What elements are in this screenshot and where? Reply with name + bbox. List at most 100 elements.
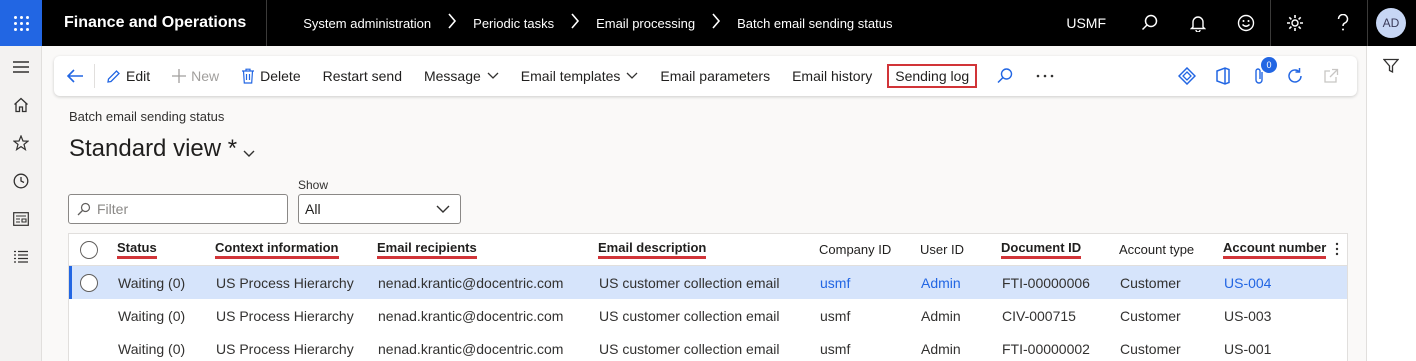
restart-send-button[interactable]: Restart send	[312, 56, 413, 96]
column-header-email-recipients[interactable]: Email recipients	[377, 240, 477, 259]
arrow-left-icon	[66, 68, 84, 84]
cell-user-id: Admin	[921, 340, 961, 357]
breadcrumb-item[interactable]: System administration	[303, 16, 431, 31]
cell-company-id: usmf	[820, 307, 851, 324]
column-header-account-number[interactable]: Account number	[1223, 240, 1327, 259]
chevron-right-icon	[711, 12, 721, 34]
workspace-icon[interactable]	[0, 200, 42, 238]
cell-document-id: CIV-000715	[1002, 307, 1076, 324]
search-icon	[77, 202, 91, 216]
cell-email-description: US customer collection email	[599, 340, 780, 357]
table-row[interactable]: Waiting (0) US Process Hierarchy nenad.k…	[69, 266, 1347, 299]
vertical-ellipsis-icon[interactable]	[1335, 242, 1339, 259]
cell-user-id: Admin	[921, 307, 961, 324]
company-picker[interactable]: USMF	[1066, 15, 1106, 31]
cell-account-number[interactable]: US-004	[1224, 275, 1271, 291]
email-status-grid: Status Context information Email recipie…	[68, 233, 1348, 361]
cell-account-type: Customer	[1120, 340, 1181, 357]
breadcrumb-item[interactable]: Periodic tasks	[473, 16, 554, 31]
attachments-icon[interactable]: 0	[1241, 57, 1277, 85]
cell-context-information: US Process Hierarchy	[216, 274, 354, 291]
help-icon[interactable]	[1319, 0, 1367, 46]
column-header-context-information[interactable]: Context information	[215, 240, 339, 259]
breadcrumb-item[interactable]: Batch email sending status	[737, 16, 892, 31]
column-header-email-description[interactable]: Email description	[598, 240, 707, 259]
star-icon[interactable]	[0, 124, 42, 162]
cell-email-recipients: nenad.krantic@docentric.com	[378, 307, 564, 324]
clock-icon[interactable]	[0, 162, 42, 200]
show-dropdown[interactable]: All	[298, 194, 461, 224]
divider	[1367, 0, 1368, 46]
email-history-button[interactable]: Email history	[781, 56, 883, 96]
attachments-count-badge: 0	[1261, 57, 1277, 73]
column-header-document-id[interactable]: Document ID	[1001, 240, 1082, 259]
table-row[interactable]: Waiting (0) US Process Hierarchy nenad.k…	[69, 299, 1347, 332]
view-title: Standard view *	[69, 135, 238, 162]
cell-account-number: US-003	[1224, 307, 1272, 324]
column-header-status[interactable]: Status	[117, 240, 157, 259]
cell-user-id[interactable]: Admin	[921, 275, 961, 291]
breadcrumb-item[interactable]: Email processing	[596, 16, 695, 31]
email-parameters-button[interactable]: Email parameters	[649, 56, 781, 96]
show-dropdown-value: All	[305, 201, 321, 217]
edit-button[interactable]: Edit	[95, 56, 161, 96]
search-icon	[996, 67, 1014, 85]
search-icon[interactable]	[1126, 0, 1174, 46]
smiley-icon[interactable]	[1222, 0, 1270, 46]
action-search-button[interactable]	[985, 56, 1025, 96]
action-pane: Edit New Delete Restart send Message Ema…	[54, 56, 1357, 96]
cell-email-description: US customer collection email	[599, 307, 780, 324]
page-caption: Batch email sending status	[69, 109, 225, 124]
refresh-icon[interactable]	[1277, 67, 1313, 85]
sending-log-button[interactable]: Sending log	[883, 56, 985, 96]
message-menu[interactable]: Message	[413, 56, 510, 96]
cell-document-id: FTI-00000006	[1002, 274, 1090, 291]
chevron-down-icon	[436, 205, 450, 214]
select-all-radio[interactable]	[80, 240, 98, 259]
chevron-down-icon	[487, 72, 499, 80]
cell-status: Waiting (0)	[118, 340, 186, 357]
show-label: Show	[298, 178, 329, 192]
office-icon[interactable]	[1205, 67, 1241, 85]
app-title[interactable]: Finance and Operations	[42, 0, 268, 46]
delete-label: Delete	[260, 68, 301, 84]
column-header-user-id[interactable]: User ID	[920, 242, 964, 257]
breadcrumb: System administration Periodic tasks Ema…	[267, 12, 1066, 34]
table-row[interactable]: Waiting (0) US Process Hierarchy nenad.k…	[69, 332, 1347, 361]
cell-status: Waiting (0)	[118, 274, 186, 291]
home-icon[interactable]	[0, 86, 42, 124]
filter-input-box[interactable]	[68, 194, 288, 224]
cell-context-information: US Process Hierarchy	[216, 307, 354, 324]
bell-icon[interactable]	[1174, 0, 1222, 46]
cell-company-id[interactable]: usmf	[820, 275, 850, 291]
chevron-right-icon	[447, 12, 457, 34]
modules-list-icon[interactable]	[0, 238, 42, 276]
right-pane	[1366, 46, 1416, 361]
new-button[interactable]: New	[161, 56, 230, 96]
avatar[interactable]: AD	[1376, 8, 1406, 38]
column-header-account-type[interactable]: Account type	[1119, 242, 1194, 257]
cell-account-number: US-001	[1224, 340, 1272, 357]
open-new-window-icon[interactable]	[1313, 68, 1349, 84]
delete-button[interactable]: Delete	[230, 56, 311, 96]
cell-context-information: US Process Hierarchy	[216, 340, 354, 357]
funnel-icon[interactable]	[1382, 58, 1400, 77]
email-templates-menu[interactable]: Email templates	[510, 56, 650, 96]
cell-email-recipients: nenad.krantic@docentric.com	[378, 340, 564, 357]
cell-status: Waiting (0)	[118, 307, 186, 324]
column-header-company-id[interactable]: Company ID	[819, 242, 891, 257]
chevron-down-icon	[243, 137, 255, 165]
chevron-down-icon	[626, 72, 638, 80]
gear-icon[interactable]	[1271, 0, 1319, 46]
row-select-radio[interactable]	[80, 273, 98, 292]
chevron-right-icon	[570, 12, 580, 34]
more-options-button[interactable]	[1025, 56, 1065, 96]
power-apps-icon[interactable]	[1169, 67, 1205, 85]
back-button[interactable]	[54, 64, 95, 88]
hamburger-icon[interactable]	[0, 48, 42, 86]
filter-input[interactable]	[97, 201, 277, 217]
view-selector[interactable]: Standard view *	[69, 133, 255, 165]
sending-log-label: Sending log	[887, 64, 978, 88]
cell-email-recipients: nenad.krantic@docentric.com	[378, 274, 564, 291]
app-launcher-button[interactable]	[0, 0, 42, 46]
